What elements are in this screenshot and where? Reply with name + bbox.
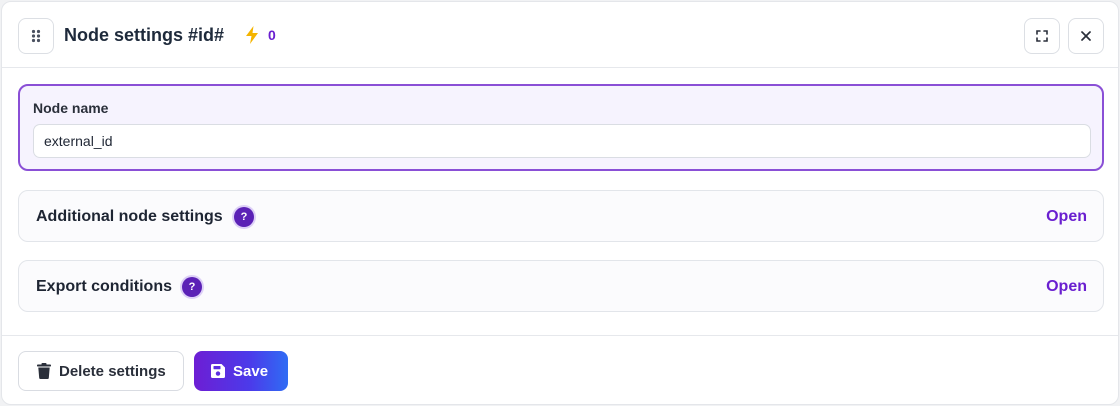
drag-handle-button[interactable] [18,18,54,54]
export-conditions-section[interactable]: Export conditions ? Open [18,260,1104,312]
fullscreen-button[interactable] [1024,18,1060,54]
close-icon [1081,31,1091,41]
drag-handle-icon [31,29,41,43]
node-name-field-group: Node name [18,84,1104,171]
panel-header: Node settings #id# 0 [2,2,1118,68]
save-button[interactable]: Save [194,351,288,391]
node-settings-panel: Node settings #id# 0 Node name external_… [1,1,1119,405]
section-label: Export conditions [36,278,172,295]
delete-settings-label: Delete settings [59,362,166,380]
help-icon[interactable]: ? [234,207,254,227]
node-name-label: Node name [33,100,109,116]
trigger-count: 0 [268,27,276,43]
additional-node-settings-section[interactable]: Additional node settings ? Open [18,190,1104,242]
lightning-bolt-icon [244,24,260,46]
close-button[interactable] [1068,18,1104,54]
open-additional-settings-link[interactable]: Open [1046,207,1087,227]
delete-settings-button[interactable]: Delete settings [18,351,184,391]
floppy-disk-icon [211,364,225,378]
section-label: Additional node settings [36,208,223,225]
panel-footer: Delete settings Save [2,335,1118,404]
panel-title: Node settings #id# [64,25,225,45]
help-icon[interactable]: ? [182,277,202,297]
node-name-input[interactable] [33,124,1091,158]
trash-icon [37,363,51,379]
save-label: Save [233,362,269,380]
fullscreen-icon [1036,30,1048,42]
open-export-conditions-link[interactable]: Open [1046,277,1087,297]
